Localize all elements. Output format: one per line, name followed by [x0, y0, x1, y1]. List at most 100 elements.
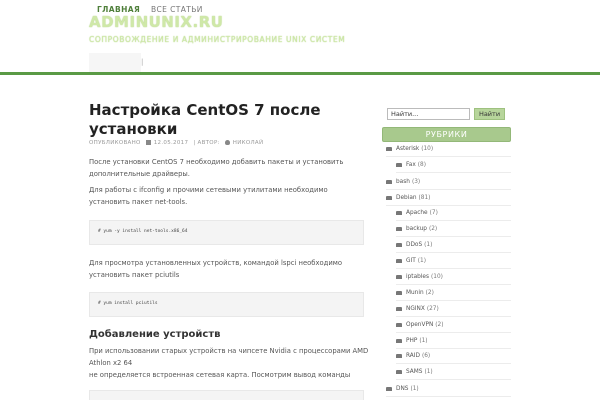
search-button[interactable]: Найти	[474, 108, 505, 120]
category-name[interactable]: DNS	[396, 386, 408, 392]
nav-separator: |	[141, 58, 144, 66]
category-divider	[386, 189, 511, 190]
code-block-3	[89, 390, 364, 400]
category-count: (1)	[410, 386, 419, 392]
category-name[interactable]: Fax	[406, 162, 416, 168]
category-item[interactable]: Asterisk (10)	[386, 146, 433, 152]
folder-icon	[386, 146, 392, 151]
category-divider	[396, 316, 511, 317]
post-title[interactable]: Настройка CentOS 7 после установки	[89, 101, 349, 139]
category-count: (27)	[426, 306, 439, 312]
category-name[interactable]: SAMS	[406, 369, 422, 375]
category-count: (2)	[428, 226, 438, 232]
section-heading: Добавление устройств	[89, 329, 221, 340]
folder-icon	[396, 290, 402, 295]
category-name[interactable]: GIT	[406, 258, 416, 264]
nav-active-background	[89, 53, 141, 72]
category-name[interactable]: PHP	[406, 338, 417, 344]
post-author[interactable]: НИКОЛАЙ	[233, 140, 264, 146]
category-item[interactable]: Munin (2)	[396, 290, 434, 296]
folder-icon	[396, 226, 402, 231]
category-count: (81)	[418, 195, 431, 201]
category-name[interactable]: bash	[396, 179, 410, 185]
nav-border	[0, 72, 600, 75]
category-name[interactable]: Apache	[406, 210, 428, 216]
category-item[interactable]: DDoS (1)	[396, 242, 432, 248]
post-paragraph-4-line-1: При использовании старых устройств на чи…	[89, 347, 369, 367]
category-divider	[396, 332, 511, 333]
category-name[interactable]: backup	[406, 226, 427, 232]
category-name[interactable]: NGINX	[406, 306, 425, 312]
category-name[interactable]: Debian	[396, 195, 417, 201]
category-name[interactable]: RAID	[406, 353, 420, 359]
category-item[interactable]: GIT (1)	[396, 258, 426, 264]
folder-icon	[396, 306, 402, 311]
category-item[interactable]: NGINX (27)	[396, 306, 439, 312]
site-title[interactable]: ADMINUNIX.RU	[89, 13, 223, 31]
post-meta: ОПУБЛИКОВАНО 12.05.2017 | АВТОР: НИКОЛАЙ	[89, 140, 266, 146]
category-item[interactable]: RAID (6)	[396, 353, 430, 359]
search-input[interactable]	[387, 108, 470, 120]
post-paragraph-4-line-2: не определяется встроенная сетевая карта…	[89, 371, 351, 379]
nav-item-all-articles[interactable]: ВСЕ СТАТЬИ	[151, 5, 203, 14]
category-count: (2)	[435, 322, 444, 328]
category-count: (10)	[421, 146, 434, 152]
category-item[interactable]: Debian (81)	[386, 195, 430, 201]
code-block-2: # yum install pciutils	[89, 292, 364, 317]
category-divider	[396, 220, 511, 221]
category-name[interactable]: DDoS	[406, 242, 422, 248]
category-name[interactable]: Munin	[406, 290, 424, 296]
category-divider	[396, 268, 511, 269]
category-item[interactable]: backup (2)	[396, 226, 437, 232]
category-count: (1)	[424, 242, 433, 248]
post-paragraph-2: Для работы с ifconfig и прочими сетевыми…	[89, 186, 328, 206]
category-count: (1)	[419, 338, 428, 344]
site-tagline: СОПРОВОЖДЕНИЕ И АДМИНИСТРИРОВАНИЕ UNIX С…	[89, 35, 346, 44]
calendar-icon	[145, 140, 151, 145]
category-divider	[396, 252, 511, 253]
category-name[interactable]: OpenVPN	[406, 322, 433, 328]
folder-icon	[396, 353, 402, 358]
code-block-1: # yum -y install net-tools.x86_64	[89, 220, 364, 245]
author-label: | АВТОР:	[193, 140, 220, 146]
folder-icon	[396, 338, 402, 343]
category-divider	[386, 156, 511, 157]
post-paragraph-3: Для просмотра установленных устройств, к…	[89, 259, 343, 279]
folder-icon	[386, 179, 392, 184]
folder-icon	[396, 369, 402, 374]
user-icon	[224, 140, 230, 145]
folder-icon	[396, 210, 402, 215]
category-count: (8)	[417, 162, 427, 168]
category-divider	[386, 205, 511, 206]
category-count: (10)	[431, 274, 443, 280]
category-divider	[396, 284, 511, 285]
category-divider	[396, 300, 511, 301]
folder-icon	[396, 274, 402, 279]
category-item[interactable]: PHP (1)	[396, 338, 428, 344]
category-divider	[396, 379, 511, 380]
folder-icon	[386, 386, 392, 391]
category-name[interactable]: iptables	[406, 274, 429, 280]
category-item[interactable]: SAMS (1)	[396, 369, 433, 375]
category-count: (2)	[425, 290, 434, 296]
category-item[interactable]: Apache (7)	[396, 210, 438, 216]
category-count: (7)	[429, 210, 438, 216]
category-divider	[396, 348, 511, 349]
category-count: (3)	[411, 179, 421, 185]
category-divider	[396, 172, 511, 173]
folder-icon	[396, 162, 402, 167]
category-item[interactable]: DNS (1)	[386, 386, 419, 392]
category-count: (6)	[421, 353, 431, 359]
category-name[interactable]: Asterisk	[396, 146, 419, 152]
category-item[interactable]: OpenVPN (2)	[396, 322, 444, 328]
post-date[interactable]: 12.05.2017	[154, 140, 189, 146]
category-item[interactable]: iptables (10)	[396, 274, 443, 280]
category-item[interactable]: Fax (8)	[396, 162, 426, 168]
categories-widget-title: РУБРИКИ	[382, 127, 511, 142]
category-item[interactable]: bash (3)	[386, 179, 420, 185]
category-count: (1)	[424, 369, 433, 375]
category-divider	[396, 236, 511, 237]
nav-item-home[interactable]: ГЛАВНАЯ	[97, 5, 140, 14]
category-divider	[386, 396, 511, 397]
category-divider	[396, 363, 511, 364]
